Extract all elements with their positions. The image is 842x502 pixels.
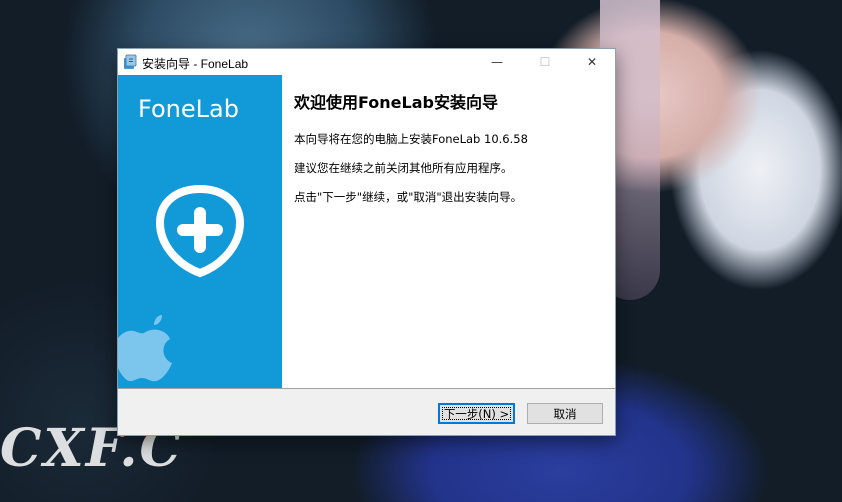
installer-window: 安装向导 - FoneLab — ☐ ✕ FoneLab 欢迎使用FoneLab… [117, 48, 616, 436]
cancel-button[interactable]: 取消 [527, 403, 603, 424]
navigation-instruction-text: 点击"下一步"继续，或"取消"退出安装向导。 [294, 190, 523, 204]
wizard-body: FoneLab 欢迎使用FoneLab安装向导 本向导将在您的电脑上安装Fone… [118, 75, 615, 388]
next-button[interactable]: 下一步(N) > [438, 403, 515, 424]
plus-shield-icon [155, 184, 245, 278]
minimize-button[interactable]: — [474, 49, 520, 75]
wizard-content: 欢迎使用FoneLab安装向导 本向导将在您的电脑上安装FoneLab 10.6… [294, 89, 604, 218]
close-apps-advice-text: 建议您在继续之前关闭其他所有应用程序。 [294, 161, 513, 175]
title-bar[interactable]: 安装向导 - FoneLab — ☐ ✕ [118, 49, 615, 75]
installer-app-icon [124, 54, 137, 69]
window-title: 安装向导 - FoneLab [142, 57, 249, 71]
maximize-button[interactable]: ☐ [522, 49, 568, 75]
brand-name: FoneLab [138, 95, 239, 123]
footer-separator [118, 388, 615, 389]
close-button[interactable]: ✕ [569, 49, 615, 75]
welcome-heading: 欢迎使用FoneLab安装向导 [294, 93, 498, 112]
apple-icon [118, 315, 172, 382]
wizard-banner: FoneLab [118, 75, 282, 388]
install-info-text: 本向导将在您的电脑上安装FoneLab 10.6.58 [294, 132, 528, 146]
